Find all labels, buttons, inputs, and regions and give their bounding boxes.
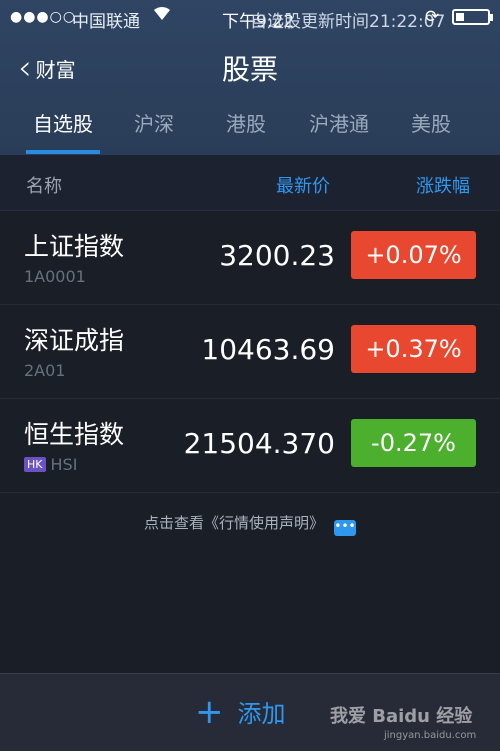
page-title: 股票	[221, 53, 278, 86]
column-change-sort[interactable]: 涨跌幅	[416, 172, 470, 198]
change-badge[interactable]: +0.37%	[351, 325, 476, 373]
stock-row[interactable]: 恒生指数 HK HSI 21504.370 -0.27%	[0, 399, 500, 493]
tab-bar: 自选股 沪深 港股 沪港通 美股	[0, 108, 500, 155]
stock-row[interactable]: 深证成指 2A01 10463.69 +0.37%	[0, 305, 500, 399]
wifi-icon	[152, 5, 172, 26]
hk-market-tag: HK	[24, 457, 46, 472]
tab-us-stocks[interactable]: 美股	[381, 108, 481, 137]
watermark-url: jingyan.baidu.com	[384, 730, 477, 741]
change-badge[interactable]: +0.07%	[351, 231, 476, 279]
disclaimer-text: 点击查看《行情使用声明》	[143, 514, 324, 532]
tab-hong-kong[interactable]: 港股	[196, 108, 296, 137]
tab-shanghai-shenzhen[interactable]: 沪深	[104, 108, 204, 137]
column-name: 名称	[26, 176, 62, 197]
stock-code: 1A0001	[24, 267, 86, 286]
plus-icon: +	[195, 691, 224, 732]
footer-bar: + 添加 我爱 Baidu 经验 jingyan.baidu.com	[0, 673, 500, 751]
column-price-sort[interactable]: 最新价	[276, 172, 330, 198]
stock-price: 21504.370	[183, 427, 335, 460]
stock-price: 3200.23	[219, 239, 335, 272]
tab-watchlist[interactable]: 自选股	[13, 108, 113, 137]
disclaimer-link[interactable]: 点击查看《行情使用声明》 •••	[0, 512, 500, 536]
stock-code-hk: HK HSI	[24, 455, 77, 474]
update-time-text: 自选股更新时间21:22:07	[250, 12, 446, 32]
tab-hk-connect[interactable]: 沪港通	[289, 108, 389, 137]
signal-icon: ●●●○○	[10, 9, 77, 25]
battery-icon	[452, 9, 490, 25]
change-badge[interactable]: -0.27%	[351, 419, 476, 467]
active-tab-indicator	[26, 150, 100, 154]
stock-name: 恒生指数	[24, 420, 125, 449]
add-stock-button[interactable]: + 添加	[195, 694, 286, 729]
stock-name: 深证成指	[24, 326, 125, 355]
column-header: 名称 最新价 涨跌幅	[0, 155, 500, 211]
header: ●●●○○ 中国联通 下午9:22 自选股更新时间21:22:07 ⟳ ‹ 财富…	[0, 0, 500, 155]
carrier-label: 中国联通	[72, 12, 140, 32]
add-label: 添加	[237, 700, 286, 728]
stock-name: 上证指数	[24, 232, 125, 261]
stock-price: 10463.69	[201, 333, 335, 366]
more-icon[interactable]: •••	[334, 520, 356, 536]
battery-tip	[490, 14, 493, 21]
stock-code: 2A01	[24, 361, 66, 380]
status-bar: ●●●○○ 中国联通 下午9:22 自选股更新时间21:22:07 ⟳	[0, 0, 500, 36]
stock-row[interactable]: 上证指数 1A0001 3200.23 +0.07%	[0, 211, 500, 305]
watermark-logo: 我爱 Baidu 经验	[330, 706, 473, 727]
rotation-lock-icon: ⟳	[425, 7, 440, 27]
stock-code: HSI	[50, 455, 78, 474]
